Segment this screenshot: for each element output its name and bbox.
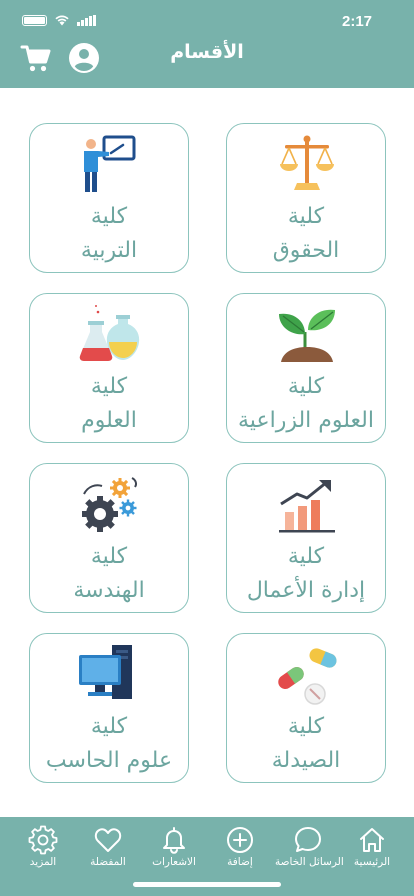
department-card-business[interactable]: كلية إدارة الأعمال bbox=[226, 463, 386, 613]
department-card-agriculture[interactable]: كلية العلوم الزراعية bbox=[226, 293, 386, 443]
nav-notifications[interactable]: الاشعارات bbox=[141, 825, 207, 868]
growth-chart-icon bbox=[279, 480, 335, 533]
cart-icon[interactable] bbox=[20, 42, 52, 74]
nav-label: الرسائل الخاصة bbox=[275, 856, 344, 868]
user-icon[interactable] bbox=[68, 42, 100, 74]
bell-icon bbox=[163, 827, 185, 854]
department-label: كلية التربية bbox=[30, 200, 188, 268]
home-indicator bbox=[133, 882, 281, 887]
status-icons bbox=[22, 14, 96, 26]
department-line1: كلية bbox=[90, 714, 128, 739]
department-label: كلية علوم الحاسب bbox=[30, 710, 188, 778]
gears-icon bbox=[82, 477, 137, 532]
teacher-board-icon bbox=[84, 135, 136, 192]
nav-label: المفضلة bbox=[90, 856, 126, 868]
department-label: كلية الهندسة bbox=[30, 540, 188, 608]
department-card-law[interactable]: كلية الحقوق bbox=[226, 123, 386, 273]
department-line1: كلية bbox=[287, 204, 325, 229]
home-icon bbox=[360, 828, 384, 852]
nav-label: المزيد bbox=[29, 856, 57, 868]
department-line1: كلية bbox=[90, 204, 128, 229]
department-line2: العلوم الزراعية bbox=[238, 408, 374, 433]
nav-favorites[interactable]: المفضلة bbox=[75, 825, 141, 868]
status-time: 2:17 bbox=[342, 13, 373, 30]
pills-icon bbox=[278, 648, 337, 705]
chat-bubble-icon bbox=[295, 827, 321, 852]
department-label: كلية إدارة الأعمال bbox=[227, 540, 385, 608]
heart-icon bbox=[94, 828, 122, 852]
department-line1: كلية bbox=[287, 544, 325, 569]
department-card-computer-science[interactable]: كلية علوم الحاسب bbox=[29, 633, 189, 783]
plus-circle-icon bbox=[227, 827, 253, 853]
plant-icon bbox=[279, 309, 335, 362]
nav-label: الرئيسية bbox=[353, 856, 391, 868]
computer-icon bbox=[79, 645, 132, 699]
page-title: الأقسام bbox=[170, 41, 244, 63]
nav-label: الاشعارات bbox=[152, 856, 196, 868]
department-card-engineering[interactable]: كلية الهندسة bbox=[29, 463, 189, 613]
department-label: كلية الحقوق bbox=[227, 200, 385, 268]
nav-messages[interactable]: الرسائل الخاصة bbox=[275, 825, 344, 868]
department-line2: الحقوق bbox=[272, 238, 340, 263]
department-line2: الصيدلة bbox=[271, 748, 341, 773]
wifi-icon bbox=[55, 15, 69, 26]
department-line2: إدارة الأعمال bbox=[246, 578, 366, 603]
department-line2: التربية bbox=[80, 238, 138, 263]
department-line2: الهندسة bbox=[73, 578, 145, 603]
department-line1: كلية bbox=[287, 714, 325, 739]
department-line2: العلوم bbox=[81, 408, 137, 433]
scales-icon bbox=[280, 135, 334, 190]
nav-add[interactable]: إضافة bbox=[207, 825, 273, 868]
nav-more[interactable]: المزيد bbox=[10, 825, 76, 868]
department-card-science[interactable]: كلية العلوم bbox=[29, 293, 189, 443]
department-label: كلية الصيدلة bbox=[227, 710, 385, 778]
gear-icon bbox=[28, 825, 58, 855]
battery-icon bbox=[22, 14, 47, 26]
nav-label: إضافة bbox=[227, 856, 253, 868]
flasks-icon bbox=[79, 305, 140, 361]
signal-icon bbox=[77, 14, 96, 26]
department-line2: علوم الحاسب bbox=[45, 748, 173, 773]
department-card-education[interactable]: كلية التربية bbox=[29, 123, 189, 273]
department-label: كلية العلوم bbox=[30, 370, 188, 438]
department-line1: كلية bbox=[90, 544, 128, 569]
department-card-pharmacy[interactable]: كلية الصيدلة bbox=[226, 633, 386, 783]
nav-home[interactable]: الرئيسية bbox=[339, 825, 405, 868]
department-line1: كلية bbox=[287, 374, 325, 399]
app-header: 2:17 الأقسام bbox=[0, 0, 414, 88]
department-line1: كلية bbox=[90, 374, 128, 399]
department-label: كلية العلوم الزراعية bbox=[227, 370, 385, 438]
